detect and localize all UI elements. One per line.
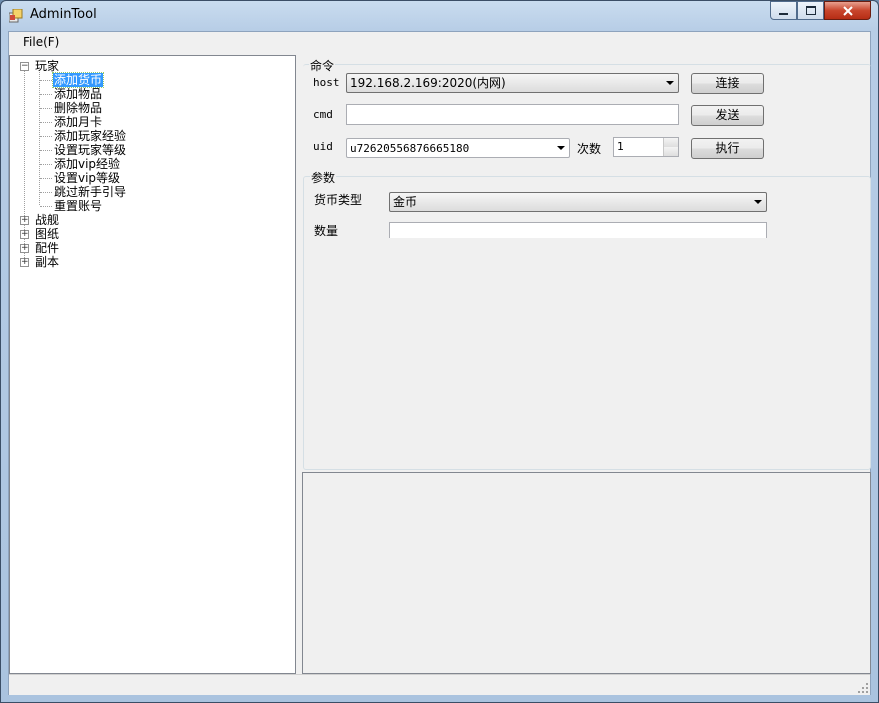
menu-bar: File(F): [9, 32, 870, 54]
connect-button[interactable]: 连接: [691, 73, 764, 94]
params-group: 参数: [303, 169, 871, 470]
tree-node-delete-item[interactable]: 删除物品: [54, 101, 102, 115]
tree-node-set-vip-level[interactable]: 设置vip等级: [54, 171, 120, 185]
expand-plus-icon[interactable]: +: [20, 216, 29, 225]
tree-connector: [40, 178, 52, 179]
tree-connector: [40, 164, 52, 165]
count-down-button[interactable]: [663, 147, 678, 156]
maximize-button[interactable]: [797, 1, 824, 20]
tree-node-parts[interactable]: 配件: [35, 241, 59, 255]
currency-type-label: 货币类型: [314, 193, 363, 207]
uid-label: uid: [313, 140, 333, 153]
expand-plus-icon[interactable]: +: [20, 258, 29, 267]
count-stepper[interactable]: 1: [613, 137, 679, 157]
tree-node-add-monthly-card[interactable]: 添加月卡: [54, 115, 102, 129]
tree-node-add-currency[interactable]: 添加货币: [51, 72, 105, 88]
currency-type-select[interactable]: 金币: [389, 192, 767, 212]
dropdown-arrow-icon: [754, 200, 762, 204]
currency-type-value: 金币: [393, 195, 418, 209]
uid-combobox[interactable]: u72620556876665180: [346, 138, 570, 158]
amount-label: 数量: [314, 224, 339, 238]
tree-node-add-vip-exp[interactable]: 添加vip经验: [54, 157, 120, 171]
dropdown-arrow-icon: [557, 146, 565, 150]
close-button[interactable]: [824, 1, 871, 20]
command-tree[interactable]: − 玩家 添加货币 添加物品 删除物品 添加月卡 添加玩家经验 设置玩家等级 添…: [9, 55, 296, 674]
window-title: AdminTool: [30, 7, 97, 22]
cmd-input[interactable]: [346, 104, 679, 125]
tree-connector: [40, 80, 52, 81]
minimize-button[interactable]: [770, 1, 797, 20]
execute-button[interactable]: 执行: [691, 138, 764, 159]
expand-plus-icon[interactable]: +: [20, 230, 29, 239]
tree-node-blueprints[interactable]: 图纸: [35, 227, 59, 241]
tree-node-reset-account[interactable]: 重置账号: [54, 199, 102, 213]
host-select-value: 192.168.2.169:2020(内网): [350, 76, 506, 90]
tree-connector: [40, 136, 52, 137]
tree-connector: [40, 150, 52, 151]
maximize-icon: [805, 6, 816, 15]
expand-plus-icon[interactable]: +: [20, 244, 29, 253]
tree-node-add-item[interactable]: 添加物品: [54, 87, 102, 101]
command-group-title: 命令: [309, 57, 336, 74]
admin-tool-window: AdminTool File(F) − 玩家 添加货币 添加物品 删除物品 添加: [0, 0, 879, 703]
dropdown-arrow-icon: [666, 81, 674, 85]
tree-connector: [40, 206, 52, 207]
tree-connector: [39, 72, 40, 205]
tree-connector: [40, 122, 52, 123]
cmd-label: cmd: [313, 108, 333, 121]
title-bar[interactable]: AdminTool: [1, 1, 878, 31]
send-button[interactable]: 发送: [691, 105, 764, 126]
output-log-panel[interactable]: [302, 472, 871, 674]
tree-node-warships[interactable]: 战舰: [35, 213, 59, 227]
tree-node-set-player-level[interactable]: 设置玩家等级: [54, 143, 126, 157]
count-label: 次数: [577, 142, 602, 156]
close-icon: [842, 5, 853, 16]
count-up-button[interactable]: [663, 138, 678, 147]
tree-connector: [40, 94, 52, 95]
tree-connector: [40, 192, 52, 193]
host-select[interactable]: 192.168.2.169:2020(内网): [346, 73, 679, 93]
tree-connector: [40, 108, 52, 109]
uid-value: u72620556876665180: [350, 142, 470, 155]
host-label: host: [313, 76, 340, 89]
size-grip-icon[interactable]: [858, 683, 868, 693]
params-group-title: 参数: [310, 169, 337, 186]
tree-node-players[interactable]: 玩家: [35, 59, 59, 73]
minimize-icon: [779, 12, 788, 15]
menu-file[interactable]: File(F): [19, 35, 63, 49]
status-bar: [9, 674, 870, 695]
client-area: File(F) − 玩家 添加货币 添加物品 删除物品 添加月卡 添加玩家经验 …: [8, 31, 871, 695]
tree-node-label-selected: 添加货币: [51, 72, 105, 88]
count-value: 1: [617, 140, 624, 153]
collapse-minus-icon[interactable]: −: [20, 62, 29, 71]
tree-node-dungeon[interactable]: 副本: [35, 255, 59, 269]
amount-input[interactable]: [389, 222, 767, 238]
tree-node-skip-tutorial[interactable]: 跳过新手引导: [54, 185, 126, 199]
tree-node-add-player-exp[interactable]: 添加玩家经验: [54, 129, 126, 143]
app-window-icon: [9, 9, 23, 23]
